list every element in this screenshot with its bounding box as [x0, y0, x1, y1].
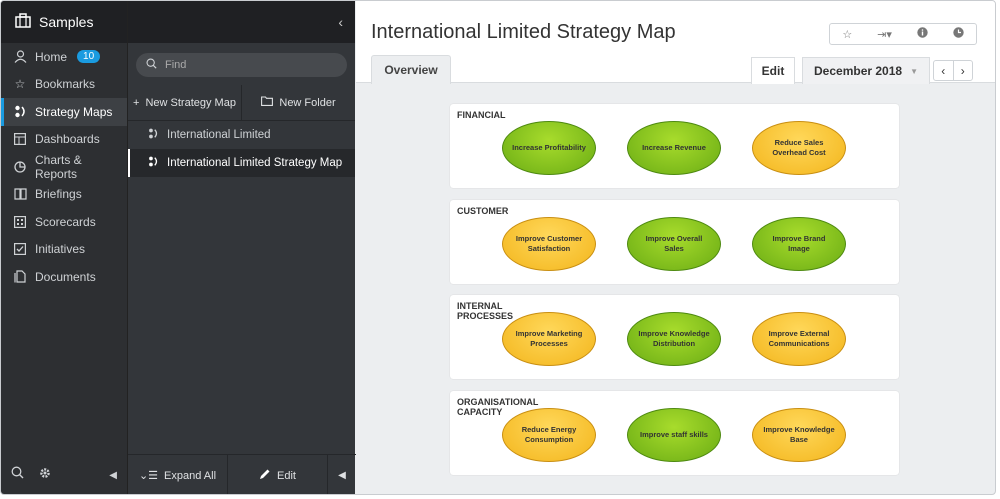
- search-box[interactable]: [136, 53, 347, 77]
- tree-footer: ⌄☰ Expand All Edit ◀: [128, 454, 356, 494]
- expand-icon: ⌄☰: [138, 470, 159, 482]
- date-selector[interactable]: December 2018 ▼: [802, 57, 930, 84]
- main-header: International Limited Strategy Map ☆ ⇥▾ …: [356, 1, 995, 84]
- pie-chart-icon: [13, 160, 27, 174]
- chevron-down-icon: ▼: [910, 66, 918, 76]
- info-icon[interactable]: [917, 27, 928, 41]
- page-title: International Limited Strategy Map: [371, 21, 676, 43]
- new-folder-button[interactable]: New Folder: [242, 85, 355, 120]
- export-icon[interactable]: ⇥▾: [877, 28, 892, 41]
- perspective-panel: CUSTOMER Improve Customer Satisfaction Imp…: [450, 200, 899, 284]
- sidebar-item-dashboards[interactable]: Dashboards: [1, 126, 127, 154]
- objective-bubble[interactable]: Improve Customer Satisfaction: [502, 217, 596, 271]
- main-content: International Limited Strategy Map ☆ ⇥▾ …: [356, 1, 995, 494]
- dashboard-icon: [13, 132, 27, 146]
- perspective-panel: INTERNAL PROCESSES Improve Marketing Proc…: [450, 295, 899, 379]
- scorecard-icon: [13, 215, 27, 229]
- tree-panel-header: ‹: [128, 1, 355, 43]
- clock-icon[interactable]: [952, 27, 964, 41]
- tree-actions: + New Strategy Map New Folder: [128, 85, 355, 121]
- objective-bubble[interactable]: Increase Revenue: [627, 121, 721, 175]
- sidebar-item-strategy-maps[interactable]: Strategy Maps: [1, 98, 127, 126]
- tree-item-international-limited[interactable]: International Limited: [128, 121, 355, 149]
- strategy-map-icon: [148, 128, 159, 142]
- plus-icon: +: [133, 96, 140, 109]
- edit-label: Edit: [277, 469, 296, 482]
- perspective-label: CUSTOMER: [457, 206, 509, 216]
- tree-item-international-limited-strategy-map[interactable]: International Limited Strategy Map: [128, 149, 355, 177]
- period-nav: ‹ ›: [933, 60, 973, 81]
- objective-bubble[interactable]: Improve staff skills: [627, 408, 721, 462]
- sidebar-item-label: Briefings: [35, 187, 82, 202]
- objective-bubble[interactable]: Improve Knowledge Distribution: [627, 312, 721, 366]
- perspective-label: FINANCIAL: [457, 110, 506, 120]
- home-count-badge: 10: [77, 50, 101, 64]
- sidebar-item-label: Initiatives: [35, 242, 86, 257]
- sidebar-item-label: Dashboards: [35, 132, 100, 147]
- sidebar-footer: ◀: [1, 454, 127, 494]
- tree-panel: ‹ + New Strategy Map New Folder Internat…: [127, 1, 356, 494]
- checkbox-icon: [13, 242, 27, 256]
- next-period-button[interactable]: ›: [954, 61, 973, 80]
- new-strategy-map-button[interactable]: + New Strategy Map: [128, 85, 242, 120]
- chevron-left-icon[interactable]: ‹: [338, 14, 343, 30]
- gear-icon[interactable]: [38, 466, 52, 485]
- expand-all-label: Expand All: [164, 469, 217, 482]
- tree-item-label: International Limited: [167, 129, 271, 141]
- sidebar-item-scorecards[interactable]: Scorecards: [1, 208, 127, 236]
- collapse-sidebar-icon[interactable]: ◀: [109, 470, 117, 481]
- search-icon: [146, 58, 157, 72]
- objective-bubble[interactable]: Improve Knowledge Base: [752, 408, 846, 462]
- objective-bubble[interactable]: Improve External Communications: [752, 312, 846, 366]
- edit-tree-button[interactable]: Edit: [228, 455, 328, 494]
- perspective-panel: ORGANISATIONAL CAPACITY Reduce Energy Con…: [450, 391, 899, 475]
- strategy-map-icon: [13, 105, 27, 119]
- date-label: December 2018: [814, 64, 903, 78]
- expand-all-button[interactable]: ⌄☰ Expand All: [128, 455, 228, 494]
- sidebar-item-label: Bookmarks: [35, 77, 96, 92]
- perspective-panel: FINANCIAL Increase Profitability Increase …: [450, 104, 899, 188]
- documents-icon: [13, 270, 27, 284]
- objective-bubble[interactable]: Increase Profitability: [502, 121, 596, 175]
- person-icon: [13, 50, 27, 64]
- app-title: Samples: [39, 14, 94, 30]
- sidebar-item-bookmarks[interactable]: ☆ Bookmarks: [1, 71, 127, 99]
- search-icon[interactable]: [11, 466, 24, 484]
- sidebar-item-charts-reports[interactable]: Charts & Reports: [1, 153, 127, 181]
- new-strategy-map-label: New Strategy Map: [145, 96, 236, 109]
- objective-bubble[interactable]: Reduce Sales Overhead Cost: [752, 121, 846, 175]
- search-input[interactable]: [165, 59, 325, 71]
- tab-edit[interactable]: Edit: [751, 57, 795, 84]
- briefcase-icon: [15, 13, 31, 31]
- objective-bubble[interactable]: Improve Marketing Processes: [502, 312, 596, 366]
- sidebar-item-documents[interactable]: Documents: [1, 263, 127, 291]
- new-folder-label: New Folder: [279, 96, 336, 109]
- perspective-label: INTERNAL PROCESSES: [457, 301, 514, 321]
- sidebar-item-home[interactable]: Home 10: [1, 43, 127, 71]
- folder-icon: [261, 96, 274, 109]
- sidebar: Samples Home 10 ☆ Bookmarks Strategy Map…: [1, 1, 127, 494]
- bookmark-star-icon[interactable]: ☆: [842, 28, 852, 41]
- sidebar-item-label: Charts & Reports: [35, 152, 82, 181]
- sidebar-item-label: Home: [35, 49, 68, 64]
- strategy-map-icon: [148, 156, 159, 170]
- tab-overview[interactable]: Overview: [371, 55, 451, 84]
- objective-bubble[interactable]: Reduce Energy Consumption: [502, 408, 596, 462]
- sidebar-item-briefings[interactable]: Briefings: [1, 181, 127, 209]
- book-icon: [13, 187, 27, 201]
- tree-item-label: International Limited Strategy Map: [167, 157, 343, 169]
- sidebar-item-label: Scorecards: [35, 214, 96, 229]
- app-window: Samples Home 10 ☆ Bookmarks Strategy Map…: [0, 0, 996, 495]
- sidebar-header: Samples: [1, 1, 127, 43]
- objective-bubble[interactable]: Improve Overall Sales: [627, 217, 721, 271]
- sidebar-item-initiatives[interactable]: Initiatives: [1, 236, 127, 264]
- objective-bubble[interactable]: Improve Brand Image: [752, 217, 846, 271]
- previous-period-button[interactable]: ‹: [934, 61, 954, 80]
- star-icon: ☆: [14, 77, 26, 92]
- sidebar-item-label: Documents: [35, 269, 96, 284]
- toolbar: ☆ ⇥▾: [829, 23, 977, 45]
- pencil-icon: [259, 468, 271, 483]
- collapse-panel-icon[interactable]: ◀: [328, 455, 356, 494]
- sidebar-item-label: Strategy Maps: [35, 104, 113, 119]
